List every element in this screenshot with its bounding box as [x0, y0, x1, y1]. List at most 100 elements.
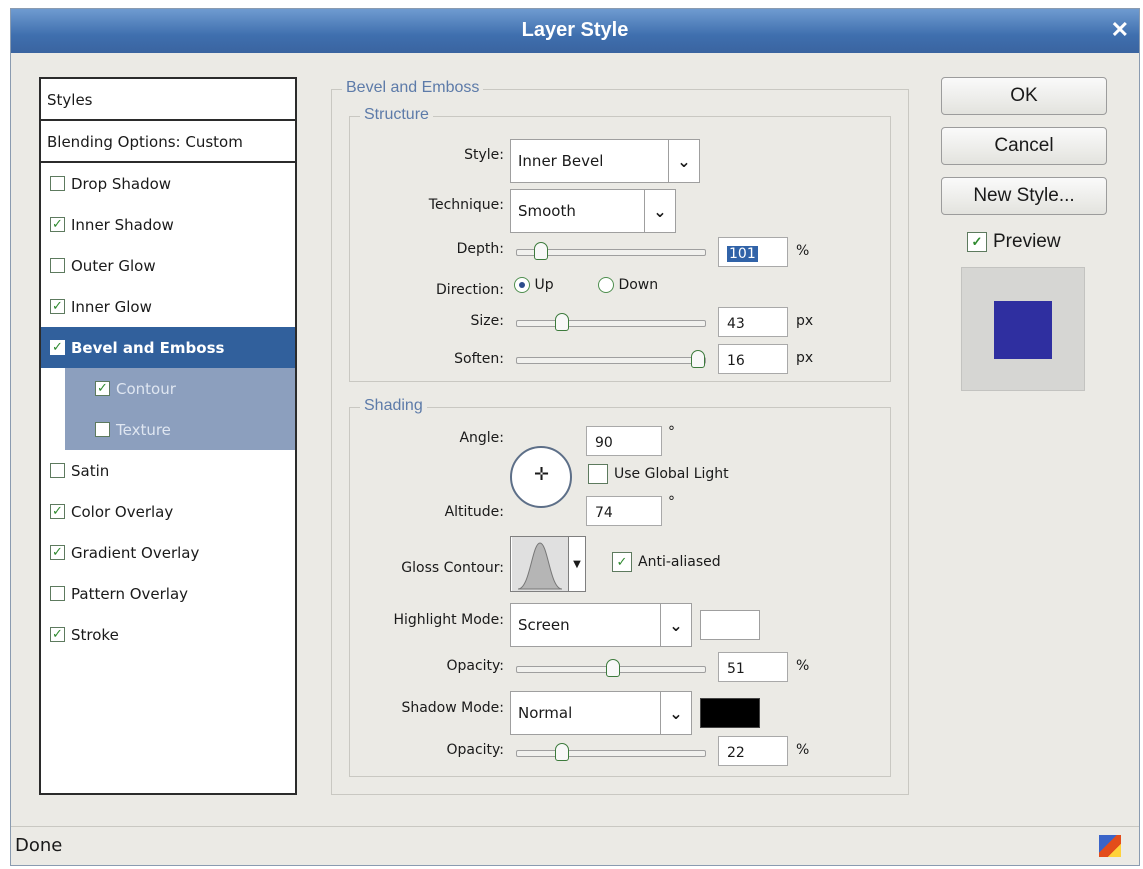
- soften-label: Soften:: [454, 351, 504, 367]
- style-item-checkbox[interactable]: [50, 299, 65, 314]
- angle-unit: °: [668, 424, 675, 440]
- radio-down[interactable]: [598, 277, 614, 293]
- style-item-checkbox[interactable]: [95, 381, 110, 396]
- shadow-opacity-input[interactable]: 22: [718, 736, 788, 766]
- title-bar[interactable]: Layer Style ✕: [11, 9, 1139, 53]
- angle-input[interactable]: 90: [586, 426, 662, 456]
- style-item-checkbox[interactable]: [50, 586, 65, 601]
- style-item-label: Inner Shadow: [71, 215, 174, 234]
- gloss-contour-label: Gloss Contour:: [401, 560, 504, 576]
- gloss-contour-picker[interactable]: ▼: [510, 536, 586, 592]
- direction-down-label: Down: [618, 277, 659, 293]
- dialog-title: Layer Style: [521, 19, 629, 41]
- shadow-color-swatch[interactable]: [700, 698, 760, 728]
- direction-up-radio[interactable]: Up: [514, 277, 554, 293]
- style-item-checkbox[interactable]: [50, 340, 65, 355]
- preview-label: Preview: [993, 231, 1061, 252]
- new-style-button[interactable]: New Style...: [941, 177, 1107, 215]
- shading-title: Shading: [360, 397, 427, 415]
- style-item-inner-shadow[interactable]: Inner Shadow: [41, 204, 295, 245]
- direction-down-radio[interactable]: Down: [598, 277, 658, 293]
- blending-options[interactable]: Blending Options: Custom: [41, 121, 295, 163]
- highlight-opacity-label: Opacity:: [446, 658, 504, 674]
- highlight-opacity-thumb[interactable]: [606, 659, 620, 677]
- anti-aliased-label: Anti-aliased: [638, 554, 721, 570]
- shadow-mode-dropdown[interactable]: Normal ⌄: [510, 691, 692, 735]
- style-item-pattern-overlay[interactable]: Pattern Overlay: [41, 573, 295, 614]
- anti-aliased[interactable]: Anti-aliased: [612, 552, 721, 572]
- ok-button[interactable]: OK: [941, 77, 1107, 115]
- depth-input[interactable]: 101: [718, 237, 788, 267]
- style-item-label: Drop Shadow: [71, 174, 172, 193]
- style-item-gradient-overlay[interactable]: Gradient Overlay: [41, 532, 295, 573]
- style-item-label: Outer Glow: [71, 256, 156, 275]
- use-global-light[interactable]: Use Global Light: [588, 464, 729, 484]
- style-item-bevel-and-emboss[interactable]: Bevel and Emboss: [41, 327, 295, 368]
- preview-toggle[interactable]: Preview: [967, 231, 1061, 253]
- cancel-button[interactable]: Cancel: [941, 127, 1107, 165]
- size-slider[interactable]: [516, 313, 706, 331]
- style-dropdown[interactable]: Inner Bevel ⌄: [510, 139, 700, 183]
- style-item-contour[interactable]: Contour: [65, 368, 295, 409]
- style-item-texture[interactable]: Texture: [65, 409, 295, 450]
- technique-dropdown[interactable]: Smooth ⌄: [510, 189, 676, 233]
- style-item-color-overlay[interactable]: Color Overlay: [41, 491, 295, 532]
- style-item-checkbox[interactable]: [50, 217, 65, 232]
- highlight-mode-dropdown[interactable]: Screen ⌄: [510, 603, 692, 647]
- size-unit: px: [796, 313, 814, 329]
- style-item-label: Stroke: [71, 625, 119, 644]
- style-item-checkbox[interactable]: [50, 504, 65, 519]
- style-item-label: Satin: [71, 461, 110, 480]
- styles-header[interactable]: Styles: [41, 79, 295, 121]
- status-bar: Done: [11, 826, 1139, 865]
- chevron-down-icon: ⌄: [644, 190, 675, 232]
- altitude-input[interactable]: 74: [586, 496, 662, 526]
- highlight-mode-label: Highlight Mode:: [393, 612, 504, 628]
- style-item-label: Gradient Overlay: [71, 543, 200, 562]
- crosshair-icon: ✛: [534, 464, 550, 485]
- structure-title: Structure: [360, 106, 433, 124]
- close-icon[interactable]: ✕: [1111, 17, 1129, 43]
- shading-group: Shading Angle: ✛ 90 ° Use Global Light A…: [349, 397, 891, 777]
- highlight-opacity-slider[interactable]: [516, 659, 706, 677]
- style-item-label: Inner Glow: [71, 297, 152, 316]
- radio-up[interactable]: [514, 277, 530, 293]
- style-item-drop-shadow[interactable]: Drop Shadow: [41, 163, 295, 204]
- depth-slider-thumb[interactable]: [534, 242, 548, 260]
- shadow-opacity-slider[interactable]: [516, 743, 706, 761]
- altitude-unit: °: [668, 494, 675, 510]
- style-item-inner-glow[interactable]: Inner Glow: [41, 286, 295, 327]
- soften-slider-thumb[interactable]: [691, 350, 705, 368]
- chevron-down-icon: ⌄: [668, 140, 699, 182]
- style-item-checkbox[interactable]: [50, 258, 65, 273]
- anti-aliased-checkbox[interactable]: [612, 552, 632, 572]
- angle-dial[interactable]: ✛: [510, 446, 572, 508]
- technique-label: Technique:: [428, 197, 504, 213]
- depth-slider[interactable]: [516, 242, 706, 260]
- style-item-checkbox[interactable]: [50, 463, 65, 478]
- size-slider-thumb[interactable]: [555, 313, 569, 331]
- soften-slider[interactable]: [516, 350, 706, 368]
- style-item-checkbox[interactable]: [50, 545, 65, 560]
- size-input[interactable]: 43: [718, 307, 788, 337]
- contour-preview-icon: [512, 537, 568, 591]
- layers-icon: [1099, 835, 1121, 857]
- highlight-opacity-unit: %: [796, 658, 810, 674]
- shadow-opacity-thumb[interactable]: [555, 743, 569, 761]
- highlight-color-swatch[interactable]: [700, 610, 760, 640]
- use-global-light-checkbox[interactable]: [588, 464, 608, 484]
- style-item-stroke[interactable]: Stroke: [41, 614, 295, 655]
- technique-dropdown-value: Smooth: [518, 202, 576, 220]
- preview-checkbox[interactable]: [967, 232, 987, 252]
- shadow-mode-value: Normal: [518, 704, 573, 722]
- shadow-mode-label: Shadow Mode:: [401, 700, 504, 716]
- highlight-opacity-input[interactable]: 51: [718, 652, 788, 682]
- style-item-checkbox[interactable]: [50, 627, 65, 642]
- style-item-satin[interactable]: Satin: [41, 450, 295, 491]
- style-item-label: Contour: [116, 379, 176, 398]
- soften-input[interactable]: 16: [718, 344, 788, 374]
- soften-unit: px: [796, 350, 814, 366]
- style-item-checkbox[interactable]: [50, 176, 65, 191]
- style-item-checkbox[interactable]: [95, 422, 110, 437]
- style-item-outer-glow[interactable]: Outer Glow: [41, 245, 295, 286]
